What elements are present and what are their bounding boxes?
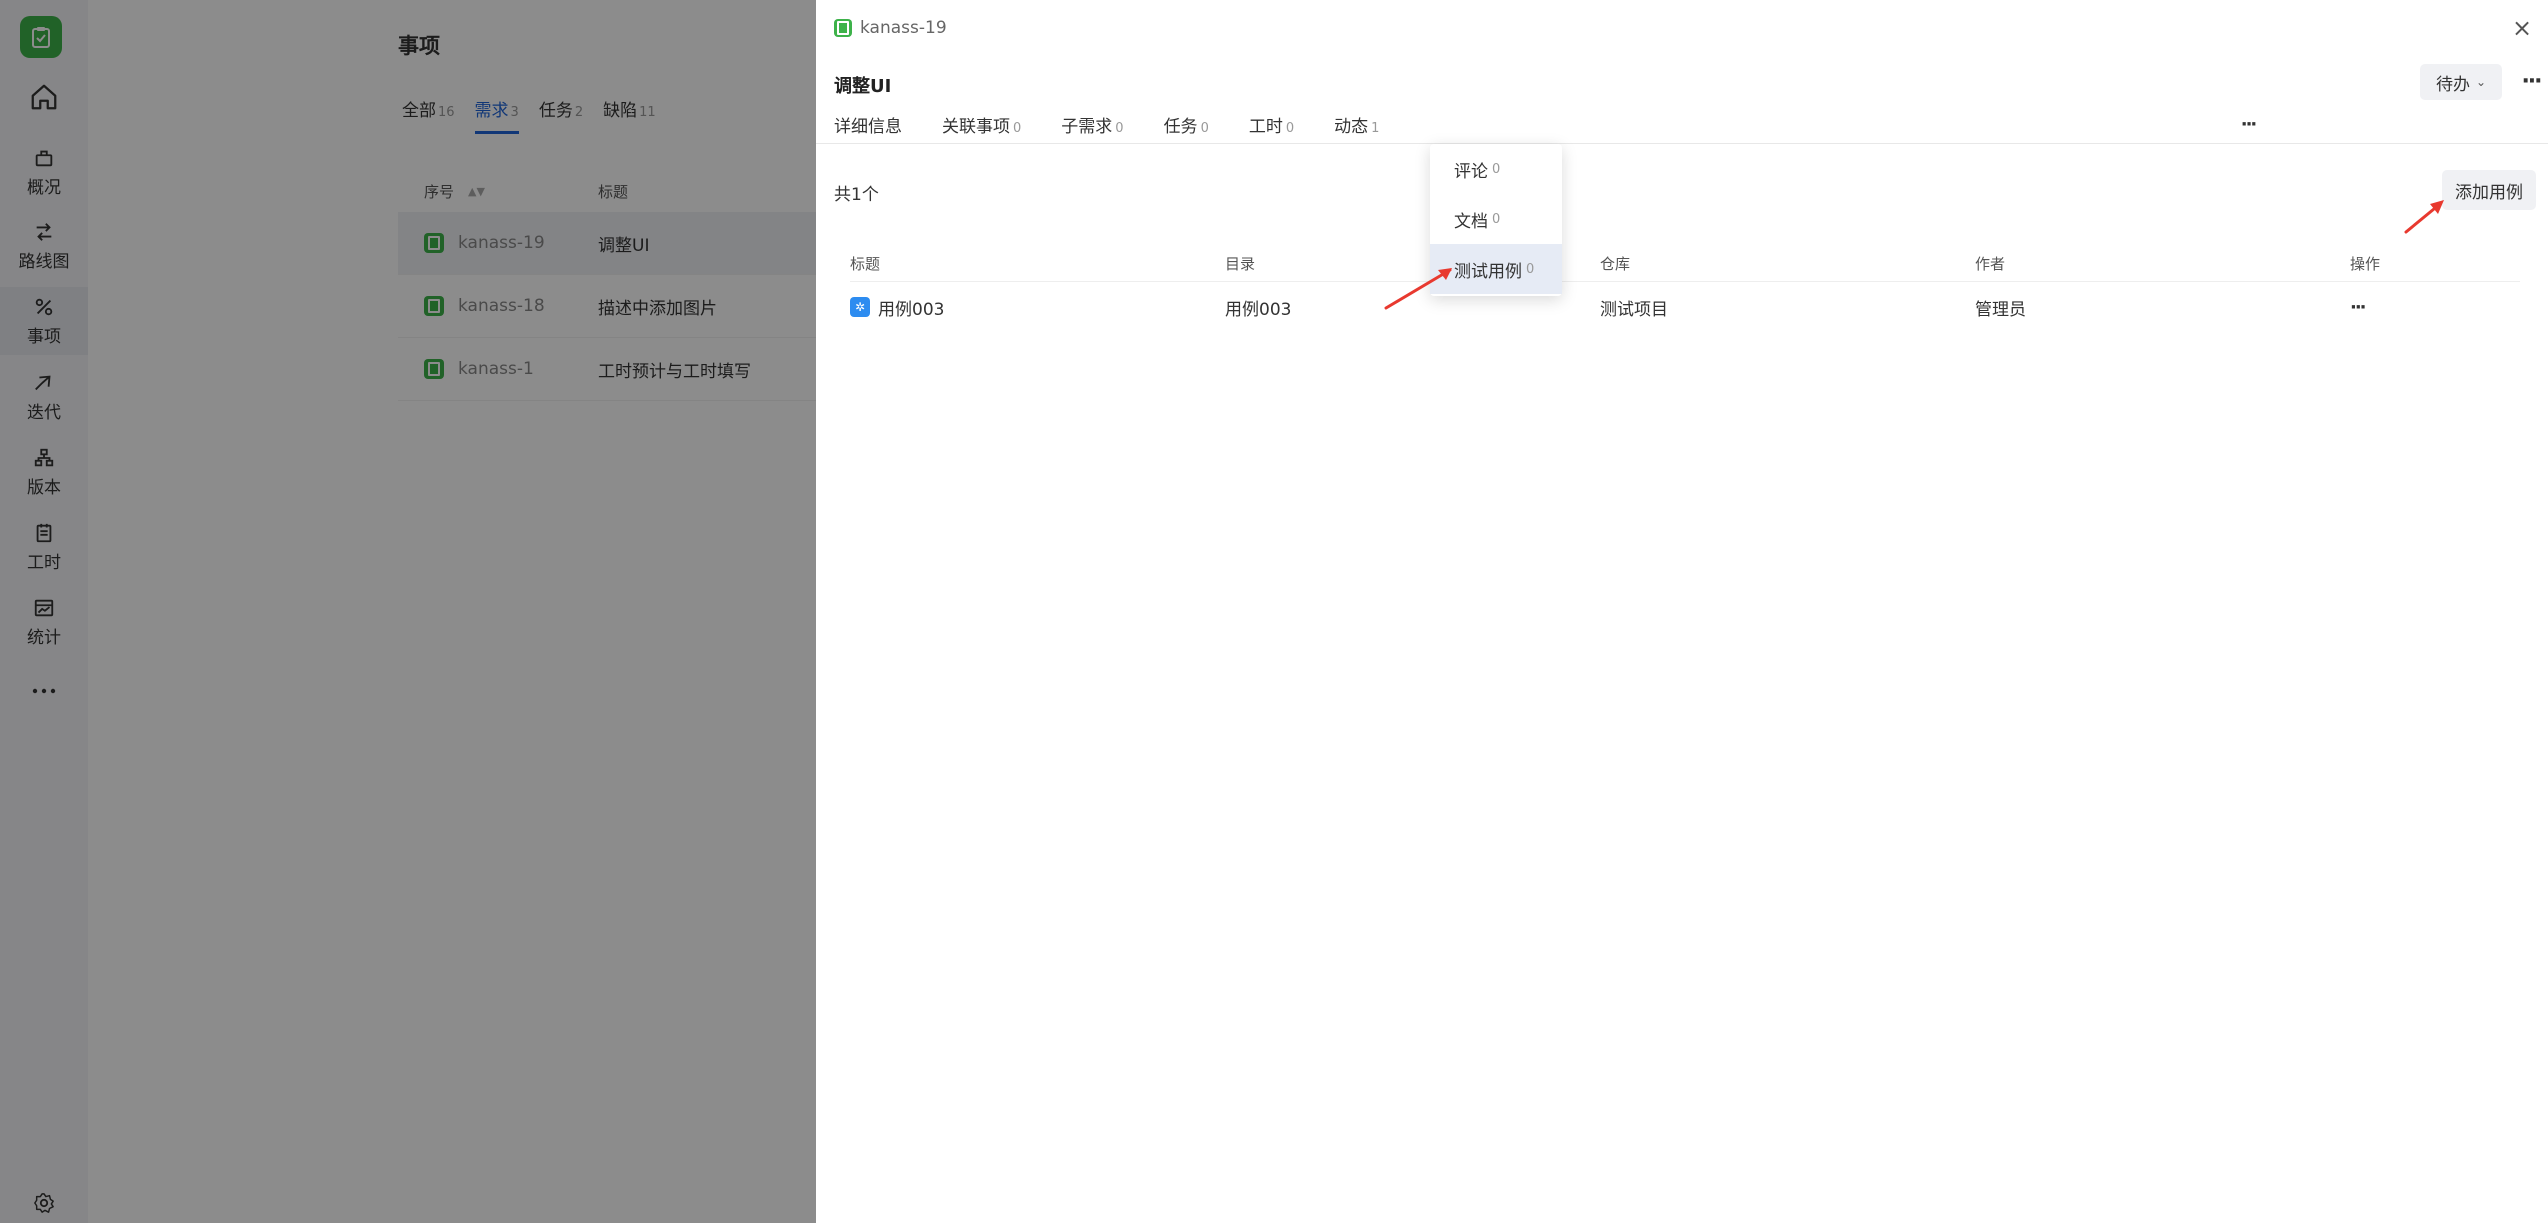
result-count: 共1个 [834,185,879,205]
tab-label: 任务 [1163,117,1198,137]
detail-tabs: 详细信息 关联事项 0 子需求 0 任务 0 工时 0 动态 1 [834,112,1379,137]
column-header-actions: 操作 [2350,255,2381,273]
close-icon[interactable]: × [2508,14,2536,42]
column-header-repository: 仓库 [1600,255,1631,273]
row-actions-icon[interactable]: ··· [2350,297,2366,318]
issue-detail-drawer: kanass-19 × 调整UI 待办 ⌄ ··· 详细信息 关联事项 0 子需求… [816,0,2548,1223]
menu-item-comments[interactable]: 评论 0 [1430,144,1562,194]
tab-worklog[interactable]: 工时 0 [1249,112,1294,137]
test-case-table: 标题 目录 仓库 作者 操作 ✲ 用例003 用例003 测试项目 管理员 ··· [850,246,2520,332]
tab-tasks[interactable]: 任务 0 [1164,112,1209,137]
case-repository: 测试项目 [1600,299,1668,320]
tab-activity[interactable]: 动态 1 [1334,112,1379,137]
menu-count: 0 [1526,261,1535,277]
more-actions-icon[interactable]: ··· [2516,66,2546,96]
status-select[interactable]: 待办 ⌄ [2420,64,2502,100]
tab-linked-issues[interactable]: 关联事项 0 [942,112,1021,137]
menu-label: 文档 [1454,211,1488,232]
tab-count: 0 [1013,121,1022,136]
tabs-more-icon[interactable]: ··· [2234,110,2262,138]
divider [816,143,2548,144]
tab-count: 0 [1285,121,1295,136]
tab-label: 工时 [1248,117,1283,137]
menu-item-documents[interactable]: 文档 0 [1430,194,1562,244]
tab-details[interactable]: 详细信息 [834,112,902,137]
menu-label: 测试用例 [1454,261,1522,282]
issue-key-header: kanass-19 [834,18,947,38]
tab-sub-requirements[interactable]: 子需求 0 [1061,112,1123,137]
chevron-down-icon: ⌄ [2475,75,2487,89]
tab-label: 详细信息 [834,117,902,137]
menu-count: 0 [1492,161,1501,177]
issue-key: kanass-19 [860,18,947,38]
tab-count: 1 [1371,121,1380,136]
tab-label: 关联事项 [942,117,1010,137]
table-header: 标题 目录 仓库 作者 操作 [850,246,2520,282]
case-directory: 用例003 [1225,299,1292,320]
table-row[interactable]: ✲ 用例003 用例003 测试项目 管理员 ··· [850,282,2520,332]
menu-count: 0 [1492,211,1501,227]
case-author: 管理员 [1975,299,2026,320]
modal-overlay[interactable] [0,0,816,1223]
issue-title: 调整UI [834,76,892,97]
tab-count: 0 [1200,121,1209,136]
case-title[interactable]: 用例003 [878,295,944,320]
test-case-icon: ✲ [850,297,870,317]
add-test-case-button[interactable]: 添加用例 [2442,170,2536,210]
menu-label: 评论 [1454,161,1488,182]
tab-label: 动态 [1334,117,1369,137]
column-header-author: 作者 [1975,255,2006,273]
tab-count: 0 [1115,121,1124,136]
status-label: 待办 [2435,74,2470,95]
requirement-icon [834,19,852,37]
more-tabs-dropdown: 评论 0 文档 0 测试用例 0 [1430,144,1562,296]
menu-item-test-cases[interactable]: 测试用例 0 [1430,244,1562,294]
column-header-title: 标题 [850,255,881,273]
tab-label: 子需求 [1061,117,1113,137]
